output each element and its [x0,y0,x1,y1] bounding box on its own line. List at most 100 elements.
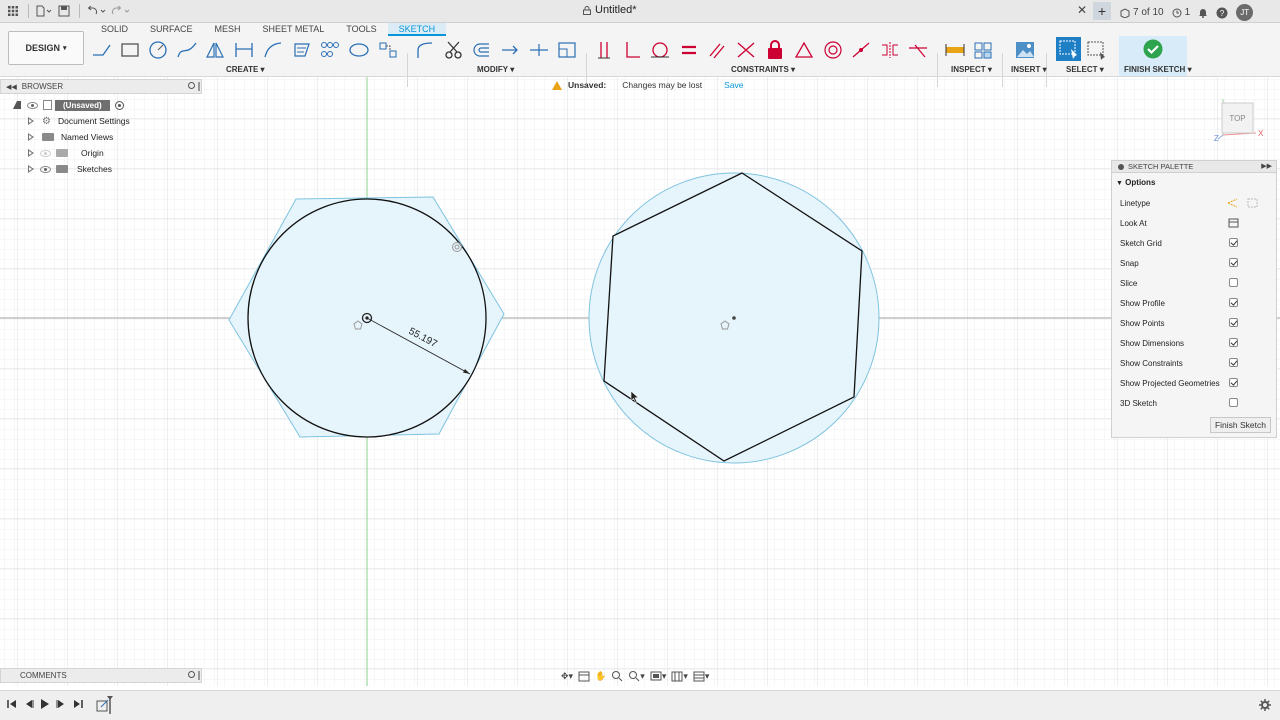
browser-item-document-settings[interactable]: ⚙ Document Settings [0,113,202,129]
show-constraints-checkbox[interactable] [1229,358,1238,367]
active-component-icon[interactable] [114,100,124,110]
visibility-eye-icon[interactable] [40,149,51,157]
resize-handle[interactable] [198,671,200,680]
offset-tool-icon[interactable] [470,37,494,63]
snap-checkbox[interactable] [1229,258,1238,267]
zoom-window-icon[interactable]: ▾ [628,670,645,682]
coincident-constraint-icon[interactable] [734,37,758,63]
browser-header[interactable]: ◀◀ BROWSER [0,79,202,94]
step-forward-icon[interactable] [56,699,66,709]
line-tool-icon[interactable] [90,37,114,63]
insert-image-icon[interactable] [1013,37,1037,63]
trim-tool-icon[interactable] [442,37,466,63]
collapse-panel-icon[interactable]: ◀◀ [6,83,17,91]
scale-tool-icon[interactable] [555,37,579,63]
concentric-constraint-icon[interactable] [821,37,845,63]
lock-constraint-icon[interactable] [763,37,787,63]
rectangle-tool-icon[interactable] [118,37,142,63]
sketch-grid-checkbox[interactable] [1229,238,1238,247]
inspect-tool-icon[interactable] [971,37,995,63]
triangle-constraint-icon[interactable] [792,37,816,63]
dimension-line-icon[interactable] [232,37,256,63]
select-group-label[interactable]: SELECT ▾ [1066,65,1104,74]
right-center-point[interactable] [732,316,736,320]
expand-panel-icon[interactable]: ▶▶ [1261,162,1272,170]
avatar[interactable]: JT [1236,4,1254,21]
move-tool-icon[interactable] [498,37,522,63]
resize-handle[interactable] [198,82,200,91]
viewports-icon[interactable]: ▾ [693,671,709,682]
bell-icon[interactable] [1198,7,1208,18]
perpendicular-constraint-icon[interactable] [620,37,644,63]
play-icon[interactable] [40,699,50,709]
pan-hand-icon[interactable]: ✋ [595,671,606,682]
close-tab-icon[interactable]: ✕ [1077,3,1087,17]
polygon-tool-icon[interactable] [347,37,371,63]
file-menu-icon[interactable] [35,2,53,20]
comments-panel-header[interactable]: COMMENTS [0,668,202,683]
grid-settings-icon[interactable]: ▾ [671,671,688,682]
undo-icon[interactable] [86,2,108,20]
tab-sketch[interactable]: SKETCH [387,23,447,36]
browser-root[interactable]: (Unsaved) [0,97,202,113]
window-select-icon[interactable] [1085,37,1109,63]
root-label[interactable]: (Unsaved) [55,99,110,111]
tab-surface[interactable]: SURFACE [139,23,204,36]
select-tool-icon[interactable] [1056,37,1081,61]
fillet-tool-icon[interactable] [413,37,437,63]
step-back-icon[interactable] [24,699,34,709]
horizontal-vertical-constraint-icon[interactable] [592,37,616,63]
new-tab-button[interactable]: + [1093,2,1111,20]
look-at-nav-icon[interactable] [578,671,590,682]
display-settings-icon[interactable]: ▾ [650,671,666,682]
project-tool-icon[interactable] [376,37,400,63]
app-grid-icon[interactable] [4,2,22,20]
create-group-label[interactable]: CREATE ▾ [226,65,265,74]
orbit-icon[interactable]: ✥▾ [561,671,573,682]
version-indicator[interactable]: 7 of 10 [1120,7,1164,18]
arc-tool-icon[interactable] [261,37,285,63]
equal-constraint-icon[interactable] [677,37,701,63]
expand-triangle-icon[interactable] [28,149,34,157]
centerline-linetype-icon[interactable] [1246,197,1260,209]
expand-triangle-icon[interactable] [28,165,34,173]
constraints-group-label[interactable]: CONSTRAINTS ▾ [731,65,795,74]
palette-finish-sketch-button[interactable]: Finish Sketch [1209,417,1271,433]
save-link[interactable]: Save [724,80,743,90]
visibility-eye-icon[interactable] [40,165,51,173]
parallel-constraint-icon[interactable] [705,37,729,63]
expand-triangle-icon[interactable] [28,117,34,125]
expanded-triangle-icon[interactable] [13,101,21,109]
tab-mesh[interactable]: MESH [204,23,252,36]
pin-icon[interactable] [188,82,195,89]
pattern-tool-icon[interactable] [318,37,342,63]
finish-sketch-group-label[interactable]: FINISH SKETCH ▾ [1124,65,1192,74]
insert-group-label[interactable]: INSERT ▾ [1011,65,1047,74]
redo-icon[interactable] [110,2,132,20]
visibility-eye-icon[interactable] [27,101,38,109]
tab-tools[interactable]: TOOLS [335,23,387,36]
slice-checkbox[interactable] [1229,278,1238,287]
mirror-tool-icon[interactable] [203,37,227,63]
zoom-icon[interactable] [611,670,623,682]
inspect-group-label[interactable]: INSPECT ▾ [951,65,992,74]
tab-solid[interactable]: SOLID [90,23,139,36]
timeline-settings-gear-icon[interactable] [1259,699,1271,711]
show-points-checkbox[interactable] [1229,318,1238,327]
browser-item-named-views[interactable]: Named Views [0,129,202,145]
view-cube-top-label[interactable]: TOP [1229,114,1245,123]
symmetry-constraint-icon[interactable] [878,37,902,63]
midpoint-constraint-icon[interactable] [849,37,873,63]
tab-sheet-metal[interactable]: SHEET METAL [252,23,336,36]
curvature-constraint-icon[interactable] [906,37,930,63]
go-to-end-icon[interactable] [73,699,83,709]
look-at-icon[interactable] [1228,217,1240,229]
show-projected-geometries-checkbox[interactable] [1229,378,1238,387]
add-comment-icon[interactable] [188,671,195,678]
break-tool-icon[interactable] [527,37,551,63]
sketch-timeline-feature-icon[interactable] [96,695,114,715]
save-icon[interactable] [55,2,73,20]
construction-linetype-icon[interactable] [1226,197,1240,209]
job-status[interactable]: 1 [1172,7,1190,18]
spline-tool-icon[interactable] [175,37,199,63]
